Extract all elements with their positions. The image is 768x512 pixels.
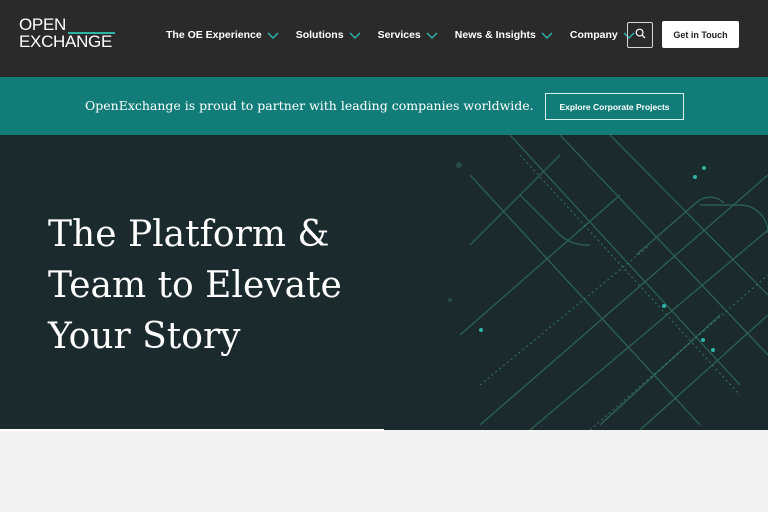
nav-item-oe-experience[interactable]: The OE Experience (166, 29, 279, 41)
chevron-down-icon (267, 31, 279, 40)
logo-accent-bar (68, 32, 115, 34)
nav-item-label: News & Insights (454, 29, 536, 41)
main-nav: The OE Experience Solutions Services New… (166, 26, 652, 44)
nav-item-services[interactable]: Services (378, 29, 438, 41)
nav-item-company[interactable]: Company (570, 29, 635, 41)
get-in-touch-button[interactable]: Get in Touch (662, 21, 739, 48)
hero-title-line: Team to Elevate (48, 265, 342, 306)
logo-line-1: OPEN (19, 15, 66, 34)
logo-line-2: EXCHANGE (19, 32, 113, 51)
chevron-down-icon (426, 31, 438, 40)
nav-item-label: Solutions (295, 29, 344, 41)
openexchange-logo[interactable]: OPEN EXCHANGE (19, 15, 115, 51)
search-button[interactable] (627, 22, 653, 48)
chevron-down-icon (349, 31, 361, 40)
hero-title-line: The Platform & (48, 214, 330, 255)
nav-item-label: The OE Experience (166, 29, 262, 41)
explore-corporate-projects-button[interactable]: Explore Corporate Projects (545, 93, 684, 120)
banner-text: OpenExchange is proud to partner with le… (85, 98, 534, 113)
site-header: OPEN EXCHANGE The OE Experience Solution… (0, 0, 768, 77)
hero-title-line: Your Story (48, 316, 241, 357)
content-area (0, 431, 768, 512)
nav-item-label: Company (569, 29, 618, 41)
chevron-down-icon (541, 31, 553, 40)
nav-item-news-insights[interactable]: News & Insights (455, 29, 553, 41)
hero-section: The Platform & Team to Elevate Your Stor… (0, 135, 768, 430)
search-icon (635, 26, 646, 44)
nav-item-solutions[interactable]: Solutions (296, 29, 361, 41)
hero-title: The Platform & Team to Elevate Your Stor… (48, 209, 378, 362)
nav-item-label: Services (377, 29, 421, 41)
